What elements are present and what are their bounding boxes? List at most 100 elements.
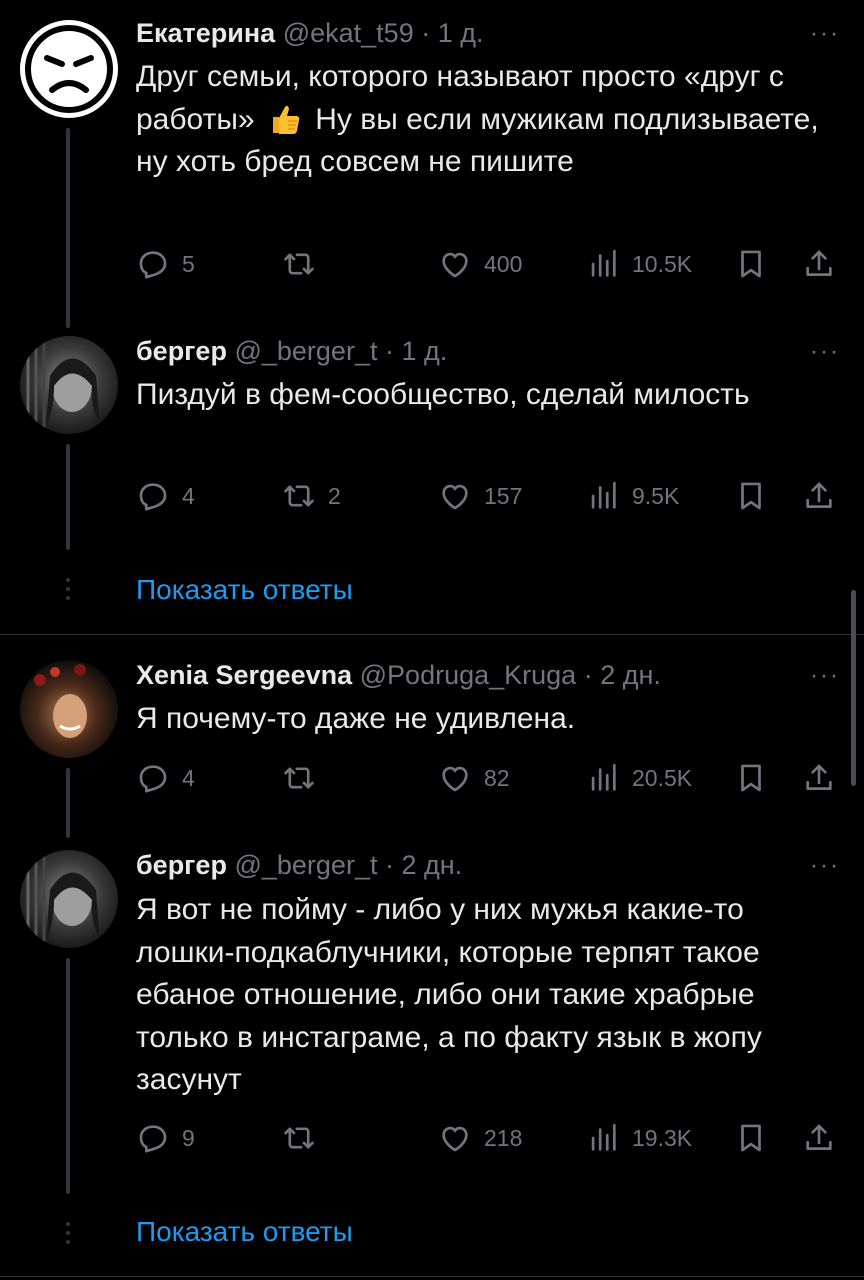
heart-icon: [438, 479, 472, 513]
separator: ·: [583, 660, 593, 690]
reply-count: 5: [182, 250, 195, 277]
retweet-button[interactable]: [282, 758, 328, 798]
thread-dots: [66, 1222, 70, 1249]
separator: ·: [384, 850, 394, 880]
tweet-actions: 4 82 20.5K: [136, 758, 844, 798]
show-replies-link[interactable]: Показать ответы: [136, 574, 353, 606]
share-button[interactable]: [802, 244, 836, 284]
like-button[interactable]: 82: [438, 758, 510, 798]
reply-button[interactable]: 4: [136, 758, 195, 798]
more-options-icon[interactable]: ···: [810, 662, 840, 690]
author-handle[interactable]: @Podruga_Kruga: [360, 660, 577, 690]
view-count: 19.3K: [632, 1124, 693, 1151]
views-button[interactable]: 9.5K: [586, 476, 679, 516]
timestamp[interactable]: 1 д.: [402, 336, 448, 366]
author-handle[interactable]: @ekat_t59: [283, 18, 414, 48]
like-count: 157: [484, 482, 523, 509]
share-icon: [802, 247, 836, 281]
tweet-header: Екатерина @ekat_t59 · 1 д.: [136, 18, 484, 49]
bookmark-icon: [734, 761, 768, 795]
author-name[interactable]: Екатерина: [136, 18, 275, 48]
tweet-header: бергер @_berger_t · 1 д.: [136, 336, 447, 367]
views-chart-icon: [586, 247, 620, 281]
reply-icon: [136, 1121, 170, 1155]
like-button[interactable]: 157: [438, 476, 522, 516]
angry-face-avatar[interactable]: [20, 20, 118, 118]
tweet-text: Я почему-то даже не удивлена.: [136, 702, 576, 735]
more-options-icon[interactable]: ···: [810, 852, 840, 880]
reply-count: 4: [182, 482, 195, 509]
retweet-button[interactable]: [282, 1118, 328, 1158]
retweet-icon: [282, 247, 316, 281]
scrollbar[interactable]: [851, 590, 856, 786]
view-count: 9.5K: [632, 482, 680, 509]
like-button[interactable]: 218: [438, 1118, 522, 1158]
view-count: 20.5K: [632, 764, 693, 791]
portrait-image: [26, 336, 100, 434]
more-options-icon[interactable]: ···: [810, 338, 840, 366]
avatar[interactable]: [20, 660, 118, 758]
reply-count: 4: [182, 764, 195, 791]
portrait-image: [26, 850, 100, 948]
reply-icon: [136, 479, 170, 513]
retweet-button[interactable]: [282, 244, 328, 284]
timestamp[interactable]: 1 д.: [438, 18, 484, 48]
tweet-actions: 4 2 157 9.5K: [136, 476, 844, 516]
views-button[interactable]: 20.5K: [586, 758, 692, 798]
separator: ·: [421, 18, 431, 48]
tweet-text: Пиздуй в фем-сообщество, сделай милость: [136, 378, 750, 411]
reply-button[interactable]: 5: [136, 244, 195, 284]
tweet-header: бергер @_berger_t · 2 дн.: [136, 850, 462, 881]
author-name[interactable]: бергер: [136, 336, 227, 366]
thread-line: [66, 768, 70, 838]
bookmark-button[interactable]: [734, 1118, 768, 1158]
thumbs-up-emoji-icon: [272, 105, 300, 134]
share-icon: [802, 1121, 836, 1155]
views-chart-icon: [586, 479, 620, 513]
retweet-count: 2: [328, 482, 341, 509]
view-count: 10.5K: [632, 250, 693, 277]
angry-face-icon: [25, 25, 113, 113]
thread-line: [66, 958, 70, 1194]
bookmark-button[interactable]: [734, 476, 768, 516]
views-button[interactable]: 19.3K: [586, 1118, 692, 1158]
tweet-actions: 9 218 19.3K: [136, 1118, 844, 1158]
views-chart-icon: [586, 761, 620, 795]
tweet-text: Друг семьи, которого называют просто «др…: [136, 56, 826, 184]
share-button[interactable]: [802, 476, 836, 516]
tweet-text: Я вот не пойму - либо у них мужья какие-…: [136, 893, 762, 1096]
share-button[interactable]: [802, 758, 836, 798]
bookmark-button[interactable]: [734, 758, 768, 798]
share-icon: [802, 479, 836, 513]
tweet-header: Xenia Sergeevna @Podruga_Kruga · 2 дн.: [136, 660, 661, 691]
timestamp[interactable]: 2 дн.: [402, 850, 463, 880]
like-count: 400: [484, 250, 523, 277]
author-name[interactable]: бергер: [136, 850, 227, 880]
author-handle[interactable]: @_berger_t: [234, 336, 377, 366]
share-icon: [802, 761, 836, 795]
bookmark-button[interactable]: [734, 244, 768, 284]
reply-icon: [136, 761, 170, 795]
share-button[interactable]: [802, 1118, 836, 1158]
portrait-image: [34, 664, 87, 738]
show-replies-link[interactable]: Показать ответы: [136, 1216, 353, 1248]
tweet-actions: 5 400 10.5K: [136, 244, 844, 284]
heart-icon: [438, 1121, 472, 1155]
divider: [0, 634, 864, 635]
reply-button[interactable]: 9: [136, 1118, 195, 1158]
avatar[interactable]: [20, 336, 118, 434]
timestamp[interactable]: 2 дн.: [600, 660, 661, 690]
bookmark-icon: [734, 1121, 768, 1155]
bookmark-icon: [734, 247, 768, 281]
reply-button[interactable]: 4: [136, 476, 195, 516]
reply-count: 9: [182, 1124, 195, 1151]
divider: [0, 1276, 864, 1277]
views-button[interactable]: 10.5K: [586, 244, 692, 284]
views-chart-icon: [586, 1121, 620, 1155]
more-options-icon[interactable]: ···: [810, 20, 840, 48]
retweet-button[interactable]: 2: [282, 476, 341, 516]
author-name[interactable]: Xenia Sergeevna: [136, 660, 352, 690]
avatar[interactable]: [20, 850, 118, 948]
like-button[interactable]: 400: [438, 244, 522, 284]
author-handle[interactable]: @_berger_t: [234, 850, 377, 880]
